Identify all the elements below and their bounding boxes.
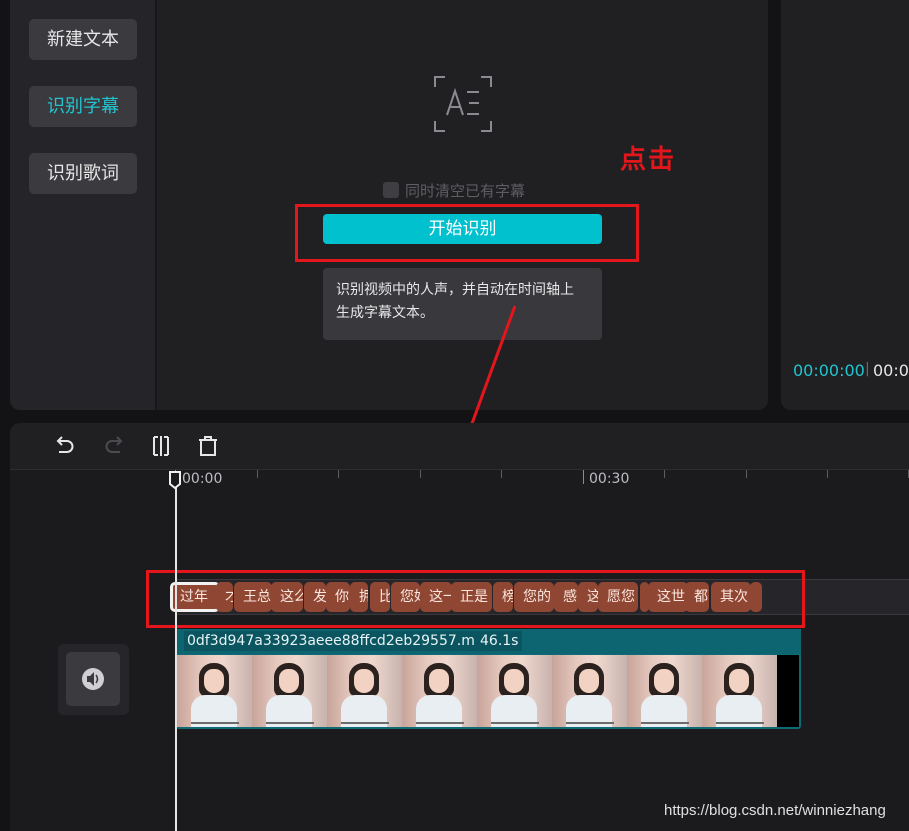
- playhead-line[interactable]: [175, 480, 177, 831]
- preview-panel: [781, 0, 909, 410]
- tooltip-line-2: 生成字幕文本。: [336, 305, 434, 321]
- video-duration: 46.1s: [476, 631, 523, 651]
- video-thumbnail: [702, 655, 777, 727]
- sidebar-item-new-text[interactable]: 新建文本: [29, 19, 137, 60]
- panel-divider: [155, 0, 157, 410]
- video-thumbnail: [627, 655, 702, 727]
- playhead-handle[interactable]: [168, 470, 182, 490]
- delete-icon[interactable]: [197, 435, 219, 457]
- video-thumbnail: [552, 655, 627, 727]
- subtitle-recognition-icon: [434, 76, 492, 132]
- redo-icon[interactable]: [103, 435, 125, 457]
- split-icon[interactable]: [150, 435, 172, 457]
- video-thumbnail: [327, 655, 402, 727]
- video-thumbnail: [177, 655, 252, 727]
- tooltip-line-1: 识别视频中的人声，并自动在时间轴上: [336, 282, 574, 298]
- clear-existing-checkbox[interactable]: [383, 182, 399, 198]
- speaker-icon[interactable]: [66, 652, 120, 706]
- sidebar-item-recognize-subtitle[interactable]: 识别字幕: [29, 86, 137, 127]
- start-recognition-button[interactable]: 开始识别: [323, 214, 602, 244]
- ruler-label-30: 00:30: [589, 471, 630, 487]
- timeline-ruler[interactable]: 00:00 00:30: [175, 470, 909, 498]
- video-thumbnail: [402, 655, 477, 727]
- timeline-toolbar: [10, 423, 909, 470]
- subtitle-track-highlight-box: [146, 570, 805, 628]
- undo-icon[interactable]: [54, 435, 76, 457]
- time-separator: |: [865, 361, 870, 377]
- video-thumbnail: [252, 655, 327, 727]
- watermark-url: https://blog.csdn.net/winniezhang: [664, 802, 886, 819]
- clear-existing-label: 同时清空已有字幕: [405, 181, 526, 200]
- clear-existing-subtitles-option[interactable]: 同时清空已有字幕: [383, 179, 525, 201]
- video-thumbnails: [177, 655, 801, 727]
- ruler-label-0: 00:00: [182, 471, 223, 487]
- click-annotation-label: 点击: [620, 145, 677, 175]
- video-filename: 0df3d947a33923aeee88ffcd2eb29557.mp4: [184, 631, 496, 651]
- recognition-tooltip: 识别视频中的人声，并自动在时间轴上 生成字幕文本。: [323, 268, 602, 340]
- total-time: 00:00: [873, 361, 909, 380]
- sidebar-item-recognize-lyrics[interactable]: 识别歌词: [29, 153, 137, 194]
- video-thumbnail: [477, 655, 552, 727]
- video-end-black-frame: [777, 655, 799, 727]
- current-time: 00:00:00: [793, 361, 865, 380]
